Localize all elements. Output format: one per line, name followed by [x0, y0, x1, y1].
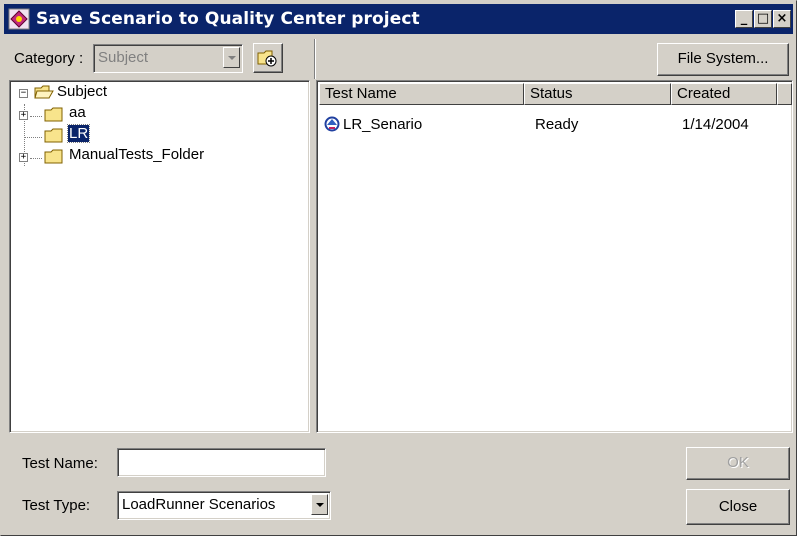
category-label: Category : — [14, 50, 84, 67]
test-name-label: Test Name: — [22, 455, 98, 472]
chevron-down-icon[interactable] — [311, 494, 328, 515]
folder-icon — [44, 128, 63, 143]
scenario-icon — [324, 116, 340, 132]
collapse-icon[interactable]: − — [19, 89, 28, 98]
tree-item-label: aa — [69, 104, 86, 121]
column-header-status[interactable]: Status — [524, 83, 671, 105]
category-combo[interactable]: Subject — [93, 44, 243, 73]
ok-button[interactable]: OK — [686, 447, 790, 480]
toolbar-separator — [314, 39, 316, 79]
expand-icon[interactable]: + — [19, 111, 28, 120]
file-system-button[interactable]: File System... — [657, 43, 789, 76]
test-name-input[interactable] — [117, 448, 326, 477]
close-button[interactable]: Close — [686, 489, 790, 525]
new-folder-icon — [257, 50, 277, 67]
chevron-down-icon[interactable] — [223, 47, 240, 68]
tree-item-label: LR — [66, 124, 91, 143]
title-bar[interactable]: Save Scenario to Quality Center project … — [4, 4, 793, 34]
test-type-select[interactable]: LoadRunner Scenarios — [117, 491, 331, 520]
folder-icon — [44, 149, 63, 164]
tree-line — [30, 158, 42, 159]
cell-created: 1/14/2004 — [682, 116, 749, 133]
minimize-button[interactable]: _ — [735, 10, 753, 28]
tree-item-label: ManualTests_Folder — [69, 146, 205, 163]
column-header-filler — [777, 83, 792, 105]
tree-item-label: Subject — [57, 83, 108, 100]
tree-line — [30, 116, 42, 117]
open-folder-icon — [34, 85, 54, 99]
tree-line — [24, 137, 42, 138]
close-window-button[interactable]: × — [773, 10, 791, 28]
folder-icon — [44, 107, 63, 122]
category-value: Subject — [98, 49, 149, 66]
folder-tree[interactable]: − Subject + aa LR + ManualTests_Folder — [9, 80, 310, 433]
window-title: Save Scenario to Quality Center project — [36, 9, 420, 29]
table-row[interactable]: LR_Senario Ready 1/14/2004 — [321, 114, 781, 136]
cell-test-name: LR_Senario — [343, 116, 423, 133]
test-type-label: Test Type: — [22, 497, 91, 514]
app-icon — [8, 8, 30, 30]
column-header-test-name[interactable]: Test Name — [319, 83, 524, 105]
maximize-button[interactable]: □ — [754, 10, 772, 28]
tests-list[interactable]: Test Name Status Created LR_Senario Read… — [316, 80, 793, 433]
save-scenario-dialog: Save Scenario to Quality Center project … — [0, 0, 797, 536]
expand-icon[interactable]: + — [19, 153, 28, 162]
cell-status: Ready — [535, 116, 579, 133]
column-header-created[interactable]: Created — [671, 83, 777, 105]
test-type-value: LoadRunner Scenarios — [122, 496, 276, 513]
new-folder-button[interactable] — [253, 43, 283, 73]
